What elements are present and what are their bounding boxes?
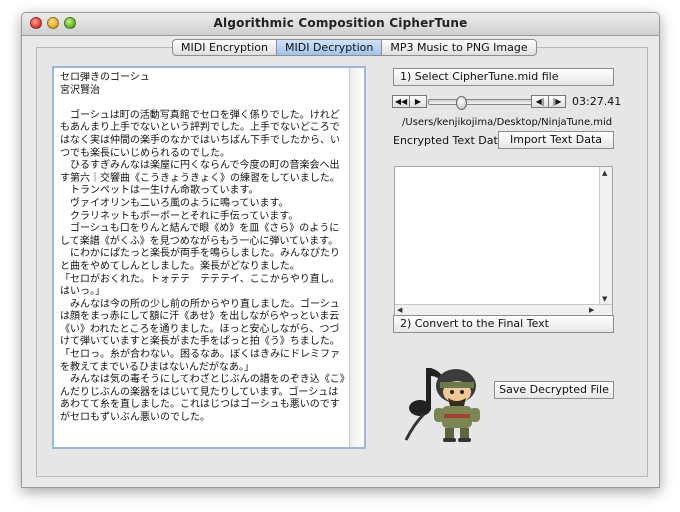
decrypted-text-content[interactable]: セロ弾きのゴーシュ 宮沢賢治 ゴーシュは町の活動写真館でセロを弾く係りでした。け… (60, 72, 348, 444)
import-text-button[interactable]: Import Text Data (498, 131, 614, 149)
convert-final-text-button[interactable]: 2) Convert to the Final Text (393, 315, 614, 333)
playback-slider-knob[interactable] (455, 96, 467, 110)
play-button[interactable]: ▶ (409, 95, 427, 108)
encrypted-text-area[interactable]: ▲ ▼ ◀ ▶ (394, 166, 613, 318)
rewind-button[interactable]: ◀◀ (392, 95, 410, 108)
playback-slider[interactable] (428, 96, 534, 110)
select-midi-file-button[interactable]: 1) Select CipherTune.mid file (393, 68, 614, 86)
next-button[interactable]: |▶ (548, 95, 566, 108)
scroll-down-icon[interactable]: ▼ (602, 295, 607, 303)
scroll-up-icon[interactable]: ▲ (602, 169, 607, 177)
playback-time: 03:27.41 (572, 95, 622, 108)
save-decrypted-file-button[interactable]: Save Decrypted File (494, 381, 614, 399)
tab-bar: MIDI Encryption MIDI Decryption MP3 Musi… (172, 39, 537, 56)
ninja-mascot-image (404, 368, 480, 442)
scroll-left-icon[interactable]: ◀ (397, 306, 402, 314)
tab-midi-encryption[interactable]: MIDI Encryption (172, 39, 278, 56)
scroll-right-icon[interactable]: ▶ (589, 306, 594, 314)
previous-button[interactable]: ◀| (531, 95, 549, 108)
tab-mp3-to-png[interactable]: MP3 Music to PNG Image (382, 39, 537, 56)
window-title: Algorithmic Composition CipherTune (213, 16, 468, 30)
title-bar[interactable]: Algorithmic Composition CipherTune (22, 13, 659, 36)
tab-midi-decryption[interactable]: MIDI Decryption (277, 39, 383, 56)
decrypted-text-area[interactable]: セロ弾きのゴーシュ 宮沢賢治 ゴーシュは町の活動写真館でセロを弾く係りでした。け… (52, 66, 366, 449)
app-window: Algorithmic Composition CipherTune MIDI … (21, 12, 660, 488)
encrypted-text-label: Encrypted Text Data. (393, 134, 509, 147)
text-vertical-scrollbar[interactable] (349, 68, 364, 447)
encrypted-vertical-scrollbar[interactable]: ▲ ▼ (599, 167, 612, 307)
midi-file-path: /Users/kenjikojima/Desktop/NinjaTune.mid (402, 117, 613, 128)
midi-player: ◀◀ ▶ ◀| |▶ 03:27.41 (392, 95, 624, 111)
